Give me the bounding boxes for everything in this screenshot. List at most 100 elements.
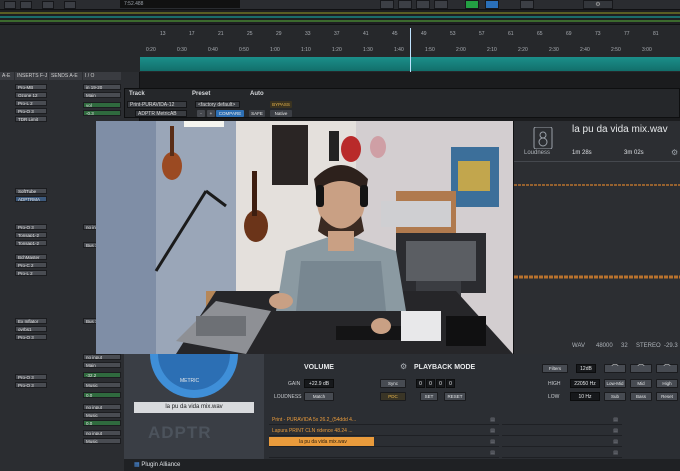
rewind-button[interactable] [380,0,394,9]
bar-tick-label: 61 [508,31,514,37]
pdc-button[interactable]: PDC [380,392,406,401]
set-button[interactable]: SET [420,392,438,401]
zoom-icon[interactable] [64,1,76,9]
slot-menu-icon[interactable]: ▤ [490,415,495,424]
file-slot-active[interactable]: la pu da vida mix.wav [269,437,374,447]
slot-menu-icon[interactable]: ▤ [490,426,495,435]
settings-icon[interactable]: ⚙ [671,148,678,157]
io-slot[interactable]: Music [83,412,121,418]
io-slot[interactable]: no input [83,430,121,436]
file-slot[interactable]: ▤ [269,448,499,458]
low-cutoff[interactable]: 10 Hz [570,392,600,401]
safe-button[interactable]: SAFE [249,110,265,117]
band-mid[interactable]: Mid [630,379,652,388]
insert-slot[interactable]: Pro-MB [15,84,47,90]
slot-menu-icon[interactable]: ▤ [613,415,618,424]
forward-button[interactable] [398,0,412,9]
gain-value[interactable]: +22.9 dB [304,379,334,388]
high-cutoff[interactable]: 22050 Hz [570,379,600,388]
match-button[interactable]: Match [304,392,334,401]
filters-toggle[interactable]: Filters [542,364,568,373]
cursor-icon[interactable] [4,1,16,9]
track-selector[interactable]: Print-PURAVIDA-12 [127,101,187,108]
insert-slot[interactable]: Tonsap1-2 [15,232,47,238]
playback-settings-icon[interactable]: ⚙ [400,362,407,371]
insert-slot[interactable]: Pro-Q 3 [15,224,47,230]
io-slot[interactable]: Music [83,438,121,444]
io-slot[interactable]: -32.2 [83,372,121,378]
play-button[interactable] [465,0,479,9]
filter-curve-mid-icon[interactable]: ⌒ [630,364,652,373]
io-slot[interactable]: 0.0 [83,420,121,426]
bar-tick-label: 77 [624,31,630,37]
slot-menu-icon[interactable]: ▤ [490,437,495,446]
file-slot[interactable]: ▤ [502,448,622,458]
filter-curve-low-icon[interactable]: ⌒ [604,364,626,373]
io-slot[interactable]: 0.0 [83,392,121,398]
counter-digit[interactable]: 0 [436,379,445,388]
preset-minus-button[interactable]: - [197,110,205,117]
reset-button[interactable]: RESET [444,392,466,401]
insert-slot[interactable]: Pro-Q 3 [15,108,47,114]
pencil-icon[interactable] [42,1,54,9]
file-slot[interactable]: ▤ [502,415,622,425]
slot-menu-icon[interactable]: ▤ [490,448,495,457]
playhead[interactable] [410,28,411,72]
grabber-icon[interactable] [20,1,32,9]
file-slot[interactable]: ▤ [502,426,622,436]
nudge-button[interactable] [520,0,534,9]
overview-band [0,20,680,22]
slot-menu-icon[interactable]: ▤ [613,437,618,446]
filters-reset[interactable]: Reset [656,392,678,401]
insert-slot[interactable]: Ozone 12 [15,92,47,98]
io-slot[interactable]: Main [83,92,121,98]
stop-button[interactable] [416,0,430,9]
file-slot[interactable]: Lapura PRINT CLN ridence 48.24 ... ▤ [269,426,499,436]
file-slot-menu[interactable]: ▤ [374,437,499,447]
io-slot[interactable]: Music [83,382,121,388]
io-slot[interactable]: no input [83,354,121,360]
band-sub[interactable]: Sub [604,392,626,401]
insert-slot[interactable]: TDR Limit [15,116,47,122]
band-bass[interactable]: Bass [630,392,652,401]
insert-slot[interactable]: Pro-C 2 [15,262,47,268]
insert-slot[interactable]: ovrbs1 [15,326,47,332]
file-slot[interactable]: Print - PURAVIDA 5x 26.2_(54ddd 4... ▤ [269,415,499,425]
io-slot[interactable]: vol [83,102,121,108]
slot-menu-icon[interactable]: ▤ [613,426,618,435]
insert-slot[interactable]: Pro-L 2 [15,100,47,106]
band-low-mid[interactable]: Low-Mid [604,379,626,388]
counter-digit[interactable]: 0 [426,379,435,388]
insert-slot[interactable]: Ex Inflator [15,318,47,324]
counter-digit[interactable]: 0 [416,379,425,388]
insert-slot[interactable]: Pro-L 2 [15,270,47,276]
bypass-button[interactable]: BYPASS [270,101,292,108]
io-slot[interactable]: no input [83,404,121,410]
track-info-panel: la pu da vida mix.wav Loudness 1m 28s 3m… [513,121,680,354]
insert-slot[interactable]: SoftTube [15,188,47,194]
preset-selector[interactable]: <factory default> [195,101,240,108]
io-slot[interactable]: in 19-20 [83,84,121,90]
compare-button[interactable]: COMPARE [216,110,244,117]
filter-curve-high-icon[interactable]: ⌒ [656,364,678,373]
loop-button[interactable] [485,0,499,9]
record-button[interactable] [434,0,448,9]
file-slot[interactable]: ▤ [502,437,622,447]
insert-slot[interactable]: BchMaster [15,254,47,260]
insert-slot[interactable]: Pro-Q 3 [15,334,47,340]
plugin-selector[interactable]: ADPTR MetricAB [135,110,187,117]
insert-slot[interactable]: ADPTRMA [15,196,47,202]
io-slot[interactable]: Main [83,362,121,368]
gear-icon[interactable]: ⚙ [583,0,613,9]
insert-slot[interactable]: Tonsap1-2 [15,240,47,246]
insert-slot[interactable]: Pro-Q 3 [15,374,47,380]
sync-dropdown[interactable]: Sync [380,379,406,388]
filter-slope[interactable]: 12dB [576,364,596,373]
counter-digit[interactable]: 0 [446,379,455,388]
insert-slot[interactable]: Pro-Q 3 [15,382,47,388]
native-button[interactable]: Native [270,110,292,117]
band-high[interactable]: High [656,379,678,388]
slot-menu-icon[interactable]: ▤ [613,448,618,457]
preset-plus-button[interactable]: + [207,110,215,117]
io-slot[interactable]: -0.3 [83,110,121,116]
